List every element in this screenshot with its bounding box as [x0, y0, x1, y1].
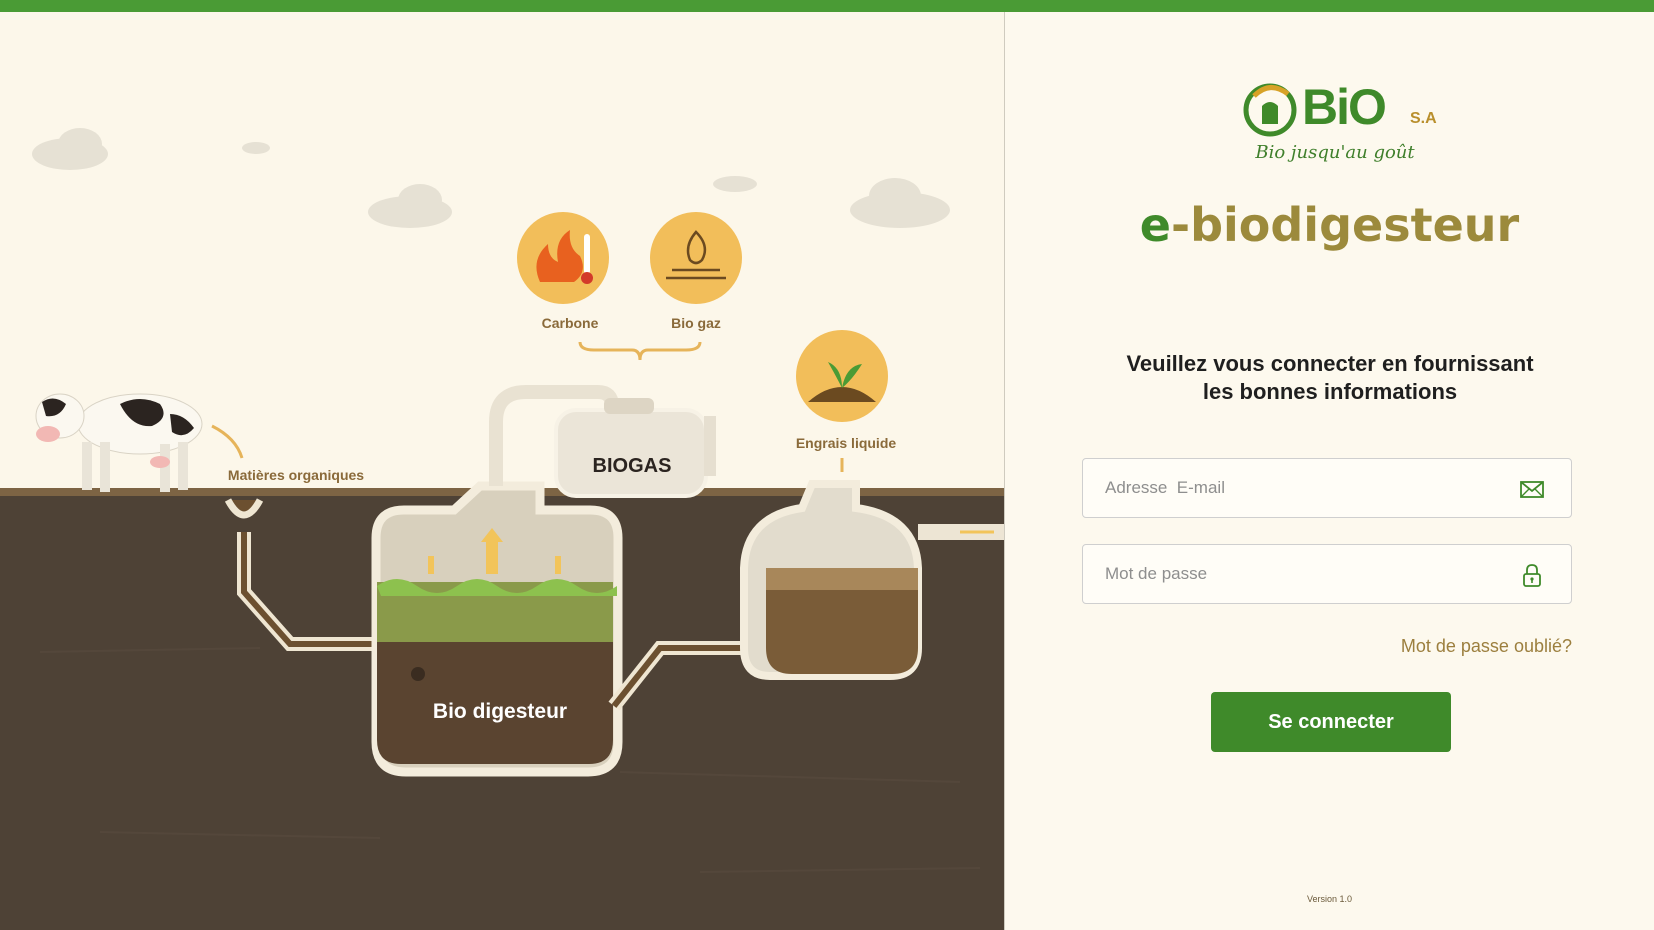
label-engrais: Engrais liquide — [796, 435, 897, 451]
instructions-line-2: les bonnes informations — [1202, 379, 1458, 404]
email-field[interactable] — [1082, 458, 1572, 518]
password-field[interactable] — [1082, 544, 1572, 604]
label-biogas-tank: BIOGAS — [593, 455, 672, 477]
digester-tank — [371, 481, 623, 777]
engrais-icon — [796, 330, 888, 422]
top-accent-bar — [0, 0, 1654, 12]
bio-sa-logo: BiO S.A Bio jusqu'au goût — [1240, 70, 1437, 170]
label-carbone: Carbone — [542, 315, 599, 331]
login-button[interactable]: Se connecter — [1211, 692, 1451, 752]
label-bio-digesteur: Bio digesteur — [433, 700, 567, 723]
label-biogaz: Bio gaz — [671, 315, 721, 331]
app-title-prefix: e — [1139, 198, 1171, 252]
lock-icon — [1523, 564, 1541, 587]
biodigester-illustration: Carbone Bio gaz Engrais liquide Matières… — [0, 12, 1004, 930]
app-title: e-biodigesteur — [1005, 198, 1654, 252]
email-input[interactable] — [1083, 459, 1571, 517]
app-title-rest: -biodigesteur — [1170, 198, 1520, 252]
login-panel: BiO S.A Bio jusqu'au goût e-biodigesteur… — [1005, 12, 1654, 930]
label-matieres-organiques: Matières organiques — [228, 467, 364, 483]
logo-suffix: S.A — [1410, 110, 1437, 127]
login-instructions: Veuillez vous connecter en fournissant l… — [1100, 350, 1560, 406]
logo-cow-icon — [1243, 83, 1297, 137]
envelope-icon — [1520, 481, 1544, 498]
password-input[interactable] — [1083, 545, 1571, 603]
forgot-password-link[interactable]: Mot de passe oublié? — [1401, 636, 1572, 657]
instructions-line-1: Veuillez vous connecter en fournissant — [1126, 351, 1534, 376]
version-label: Version 1.0 — [1306, 894, 1353, 904]
carbone-icon — [517, 212, 609, 304]
biogaz-icon — [650, 212, 742, 304]
logo-wordmark: BiO — [1302, 79, 1387, 135]
biogas-tank — [554, 398, 716, 498]
illustration-svg: Carbone Bio gaz Engrais liquide Matières… — [0, 12, 1004, 930]
logo-tagline: Bio jusqu'au goût — [1255, 142, 1415, 163]
